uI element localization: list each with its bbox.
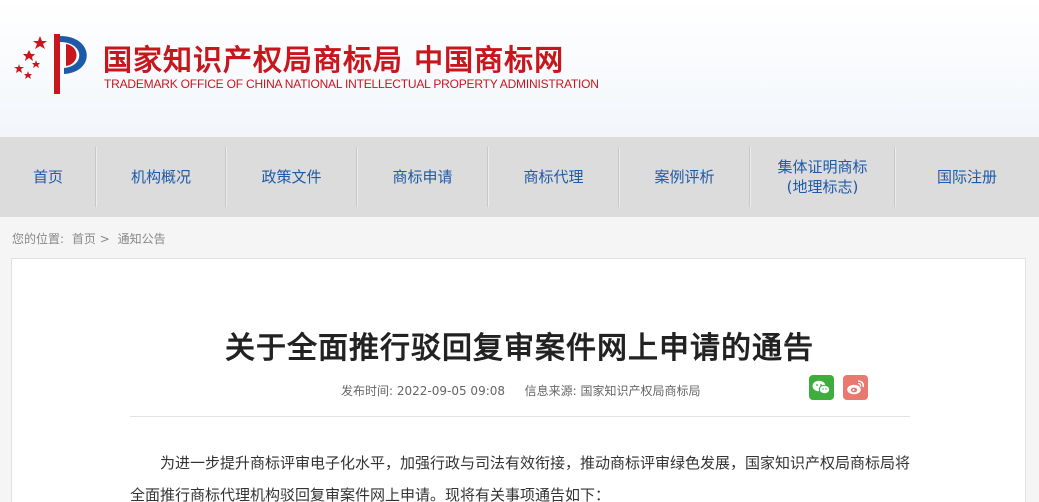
source-value: 国家知识产权局商标局 — [580, 384, 701, 398]
nav-item-international[interactable]: 国际注册 — [895, 137, 1039, 217]
nav-item-label: 案例评析 — [654, 168, 715, 186]
cnipa-logo-icon[interactable] — [10, 28, 102, 98]
article-title: 关于全面推行驳回复审案件网上申请的通告 — [225, 331, 814, 366]
site-header: 国家知识产权局商标局 中国商标网 TRADEMARK OFFICE OF CHI… — [0, 0, 1039, 137]
nav-item-label: 国际注册 — [936, 168, 997, 186]
publish-label: 发布时间: — [341, 384, 394, 398]
nav-item-about[interactable]: 机构概况 — [96, 137, 226, 217]
article-paragraph: 为进一步提升商标评审电子化水平，加强行政与司法有效衔接，推动商标评审绿色发展，国… — [130, 454, 911, 502]
nav-item-collective-marks[interactable]: 集体证明商标 (地理标志) — [750, 137, 895, 217]
weibo-icon — [847, 380, 865, 395]
wechat-icon — [812, 380, 831, 395]
publish-time: 2022-09-05 09:08 — [396, 384, 506, 398]
nav-item-application[interactable]: 商标申请 — [357, 137, 488, 217]
source-label: 信息来源: — [524, 384, 577, 398]
nav-item-label: 商标代理 — [523, 168, 584, 186]
nav-item-label: 机构概况 — [130, 168, 191, 186]
nav-item-home[interactable]: 首页 — [0, 137, 96, 217]
nav-item-label: 集体证明商标 (地理标志) — [777, 158, 868, 196]
share-weibo-button[interactable] — [843, 375, 868, 400]
breadcrumb-separator: > — [99, 232, 110, 246]
main-nav: 首页 机构概况 政策文件 商标申请 商标代理 案例评析 集体证明商标 (地理标志… — [0, 137, 1039, 217]
nav-item-label: 政策文件 — [261, 168, 322, 186]
nav-item-cases[interactable]: 案例评析 — [619, 137, 750, 217]
nav-item-agency[interactable]: 商标代理 — [488, 137, 619, 217]
breadcrumb-current-link[interactable]: 通知公告 — [118, 232, 166, 246]
site-title-en: TRADEMARK OFFICE OF CHINA NATIONAL INTEL… — [104, 77, 599, 91]
title-divider — [130, 416, 910, 417]
share-wechat-button[interactable] — [809, 375, 834, 400]
nav-item-label: 商标申请 — [392, 168, 453, 186]
nav-item-label: 首页 — [32, 168, 63, 186]
breadcrumb: 您的位置: 首页 > 通知公告 — [12, 230, 166, 247]
nav-item-policy[interactable]: 政策文件 — [226, 137, 357, 217]
article-panel: 关于全面推行驳回复审案件网上申请的通告 发布时间: 2022-09-05 09:… — [11, 258, 1026, 502]
article-meta: 发布时间: 2022-09-05 09:08 信息来源: 国家知识产权局商标局 — [341, 382, 701, 399]
breadcrumb-prefix: 您的位置: — [12, 232, 65, 246]
site-title-cn: 国家知识产权局商标局 中国商标网 — [103, 43, 565, 77]
breadcrumb-home-link[interactable]: 首页 — [72, 232, 96, 246]
